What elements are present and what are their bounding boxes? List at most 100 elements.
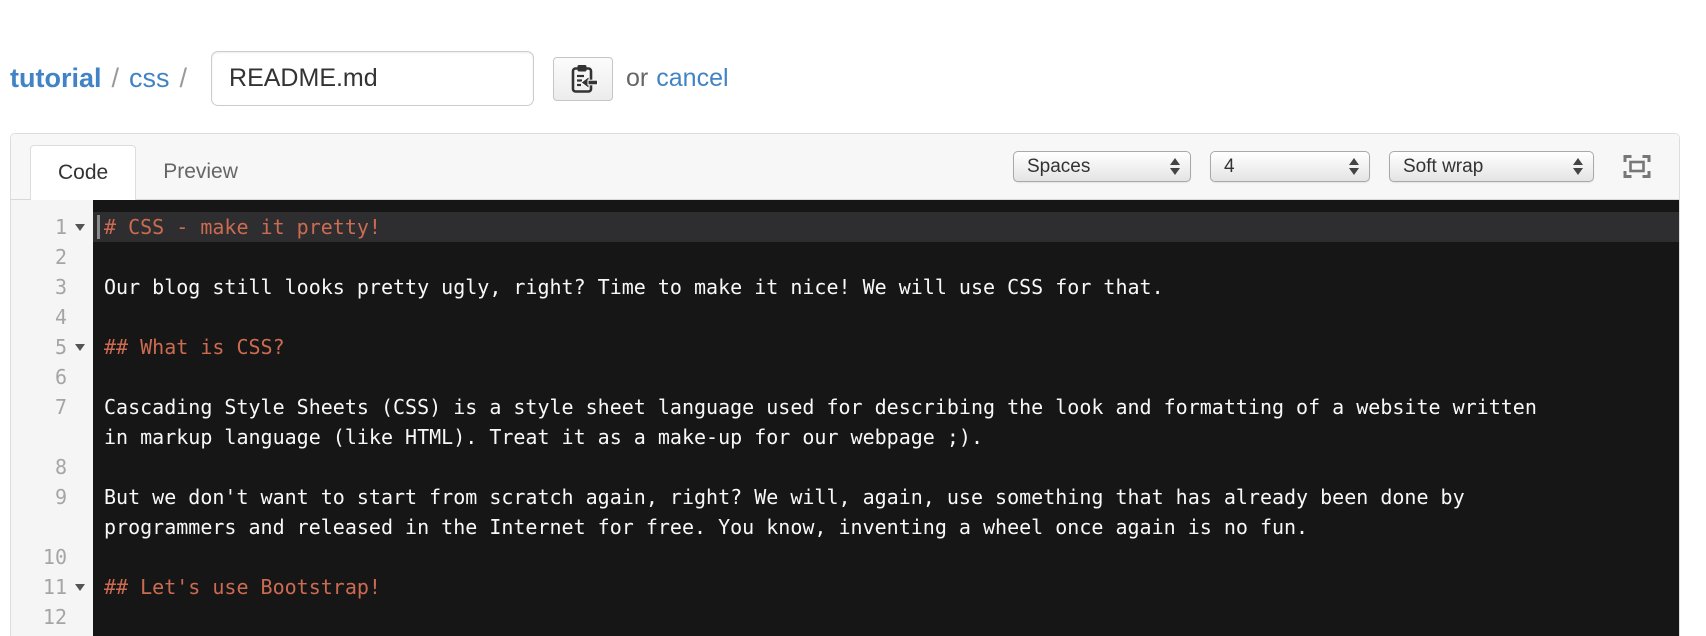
code-line: 5 ## What is CSS?: [11, 332, 1679, 362]
code-line-content[interactable]: ## Let's use Bootstrap!: [93, 572, 1679, 602]
code-line-content[interactable]: [93, 602, 1679, 632]
code-line: 10: [11, 542, 1679, 572]
code-line-content[interactable]: Our blog still looks pretty ugly, right?…: [93, 272, 1679, 302]
wrap-mode-value: Soft wrap: [1403, 155, 1484, 177]
copy-path-button[interactable]: [553, 56, 614, 101]
code-line: 9 But we don't want to start from scratch…: [11, 482, 1679, 542]
breadcrumb-repo-link[interactable]: tutorial: [10, 63, 102, 94]
fold-area: [67, 362, 93, 392]
indent-size-value: 4: [1224, 155, 1235, 177]
gutter-cell: 7: [11, 392, 93, 452]
code-line: 8: [11, 452, 1679, 482]
gutter-cell: 3: [11, 272, 93, 302]
tab-code[interactable]: Code: [30, 145, 137, 200]
or-label: or: [626, 64, 649, 92]
code-line: 13 Bootstrap is one of the most popular H…: [11, 632, 1679, 636]
indent-mode-value: Spaces: [1027, 155, 1091, 177]
gutter-cell: 9: [11, 482, 93, 542]
code-line-text: Bootstrap is one of the most popular HTM…: [104, 632, 1554, 636]
code-line-text: # CSS - make it pretty!: [104, 215, 381, 239]
code-line-content[interactable]: [93, 242, 1679, 272]
code-line: 1 # CSS - make it pretty!: [11, 212, 1679, 242]
line-number: 3: [54, 275, 67, 299]
line-number: 13: [43, 632, 67, 636]
code-line: 4: [11, 302, 1679, 332]
fold-arrow-icon[interactable]: [75, 224, 85, 231]
cancel-link[interactable]: cancel: [656, 64, 728, 93]
fold-area: [67, 482, 93, 542]
gutter-cell: 13: [11, 632, 93, 636]
code-line-content[interactable]: ## What is CSS?: [93, 332, 1679, 362]
code-line-content[interactable]: But we don't want to start from scratch …: [93, 482, 1679, 542]
indent-mode-select[interactable]: Spaces: [1013, 151, 1191, 182]
file-editor: Code Preview Spaces 4 Soft wrap 1 # CSS …: [10, 133, 1680, 636]
line-number: 5: [54, 335, 67, 359]
code-line-content[interactable]: Bootstrap is one of the most popular HTM…: [93, 632, 1679, 636]
breadcrumb-separator: /: [111, 63, 120, 93]
fold-area: [67, 212, 93, 242]
fold-area: [67, 242, 93, 272]
fold-area: [67, 272, 93, 302]
code-editor-area: 1 # CSS - make it pretty! 2 3 Our blog still…: [11, 200, 1679, 636]
select-stepper-icon: [1170, 158, 1180, 175]
line-number: 6: [54, 365, 67, 389]
gutter-cell: 8: [11, 452, 93, 482]
code-line-content[interactable]: [93, 542, 1679, 572]
line-number: 8: [54, 455, 67, 479]
breadcrumb-separator: /: [179, 63, 188, 93]
gutter-cell: 4: [11, 302, 93, 332]
gutter-cell: 12: [11, 602, 93, 632]
editor-tabs: Code Preview: [30, 134, 265, 200]
line-number: 9: [54, 485, 67, 509]
wrap-mode-select[interactable]: Soft wrap: [1389, 151, 1594, 182]
fold-area: [67, 602, 93, 632]
line-number: 12: [42, 605, 67, 629]
editor-header: Code Preview Spaces 4 Soft wrap: [11, 134, 1679, 200]
code-line-content[interactable]: [93, 362, 1679, 392]
editor-toolbar: Spaces 4 Soft wrap: [1013, 134, 1651, 199]
gutter-cell: 5: [11, 332, 93, 362]
gutter-cell: 11: [11, 572, 93, 602]
fold-area: [67, 572, 93, 602]
tab-preview[interactable]: Preview: [136, 145, 265, 199]
fold-arrow-icon[interactable]: [75, 584, 85, 591]
line-number: 4: [54, 305, 67, 329]
code-line-content[interactable]: [93, 302, 1679, 332]
fold-area: [67, 392, 93, 452]
fold-area: [67, 332, 93, 362]
gutter-cell: 10: [11, 542, 93, 572]
line-number: 2: [54, 245, 67, 269]
indent-size-select[interactable]: 4: [1210, 151, 1370, 182]
gutter-cell: 1: [11, 212, 93, 242]
fold-area: [67, 452, 93, 482]
code-line-text: Our blog still looks pretty ugly, right?…: [104, 275, 1164, 299]
fold-arrow-icon[interactable]: [75, 344, 85, 351]
code-line-text: ## Let's use Bootstrap!: [104, 575, 381, 599]
line-number: 10: [42, 545, 67, 569]
code-line-content[interactable]: [93, 452, 1679, 482]
line-number: 11: [42, 575, 67, 599]
code-line: 12: [11, 602, 1679, 632]
code-line: 7 Cascading Style Sheets (CSS) is a style…: [11, 392, 1679, 452]
gutter-cell: 6: [11, 362, 93, 392]
clipboard-arrow-icon: [568, 63, 599, 95]
fold-area: [67, 632, 93, 636]
screen-full-icon: [1623, 154, 1651, 179]
gutter-cell: 2: [11, 242, 93, 272]
code-line: 6: [11, 362, 1679, 392]
filename-input[interactable]: [211, 51, 535, 106]
code-line-text: But we don't want to start from scratch …: [104, 485, 1477, 539]
code-line: 3 Our blog still looks pretty ugly, right…: [11, 272, 1679, 302]
text-cursor: [97, 215, 100, 239]
code-line-content[interactable]: # CSS - make it pretty!: [93, 212, 1679, 242]
code-line-text: Cascading Style Sheets (CSS) is a style …: [104, 395, 1549, 449]
line-number: 7: [54, 395, 67, 419]
code-line: 2: [11, 242, 1679, 272]
code-line: 11 ## Let's use Bootstrap!: [11, 572, 1679, 602]
code-line-content[interactable]: Cascading Style Sheets (CSS) is a style …: [93, 392, 1679, 452]
breadcrumb-folder-link[interactable]: css: [129, 63, 170, 94]
fold-area: [67, 542, 93, 572]
fullscreen-button[interactable]: [1623, 154, 1651, 179]
code-top-padding: [11, 200, 1679, 212]
breadcrumb: tutorial / css / or cancel: [0, 0, 1706, 133]
